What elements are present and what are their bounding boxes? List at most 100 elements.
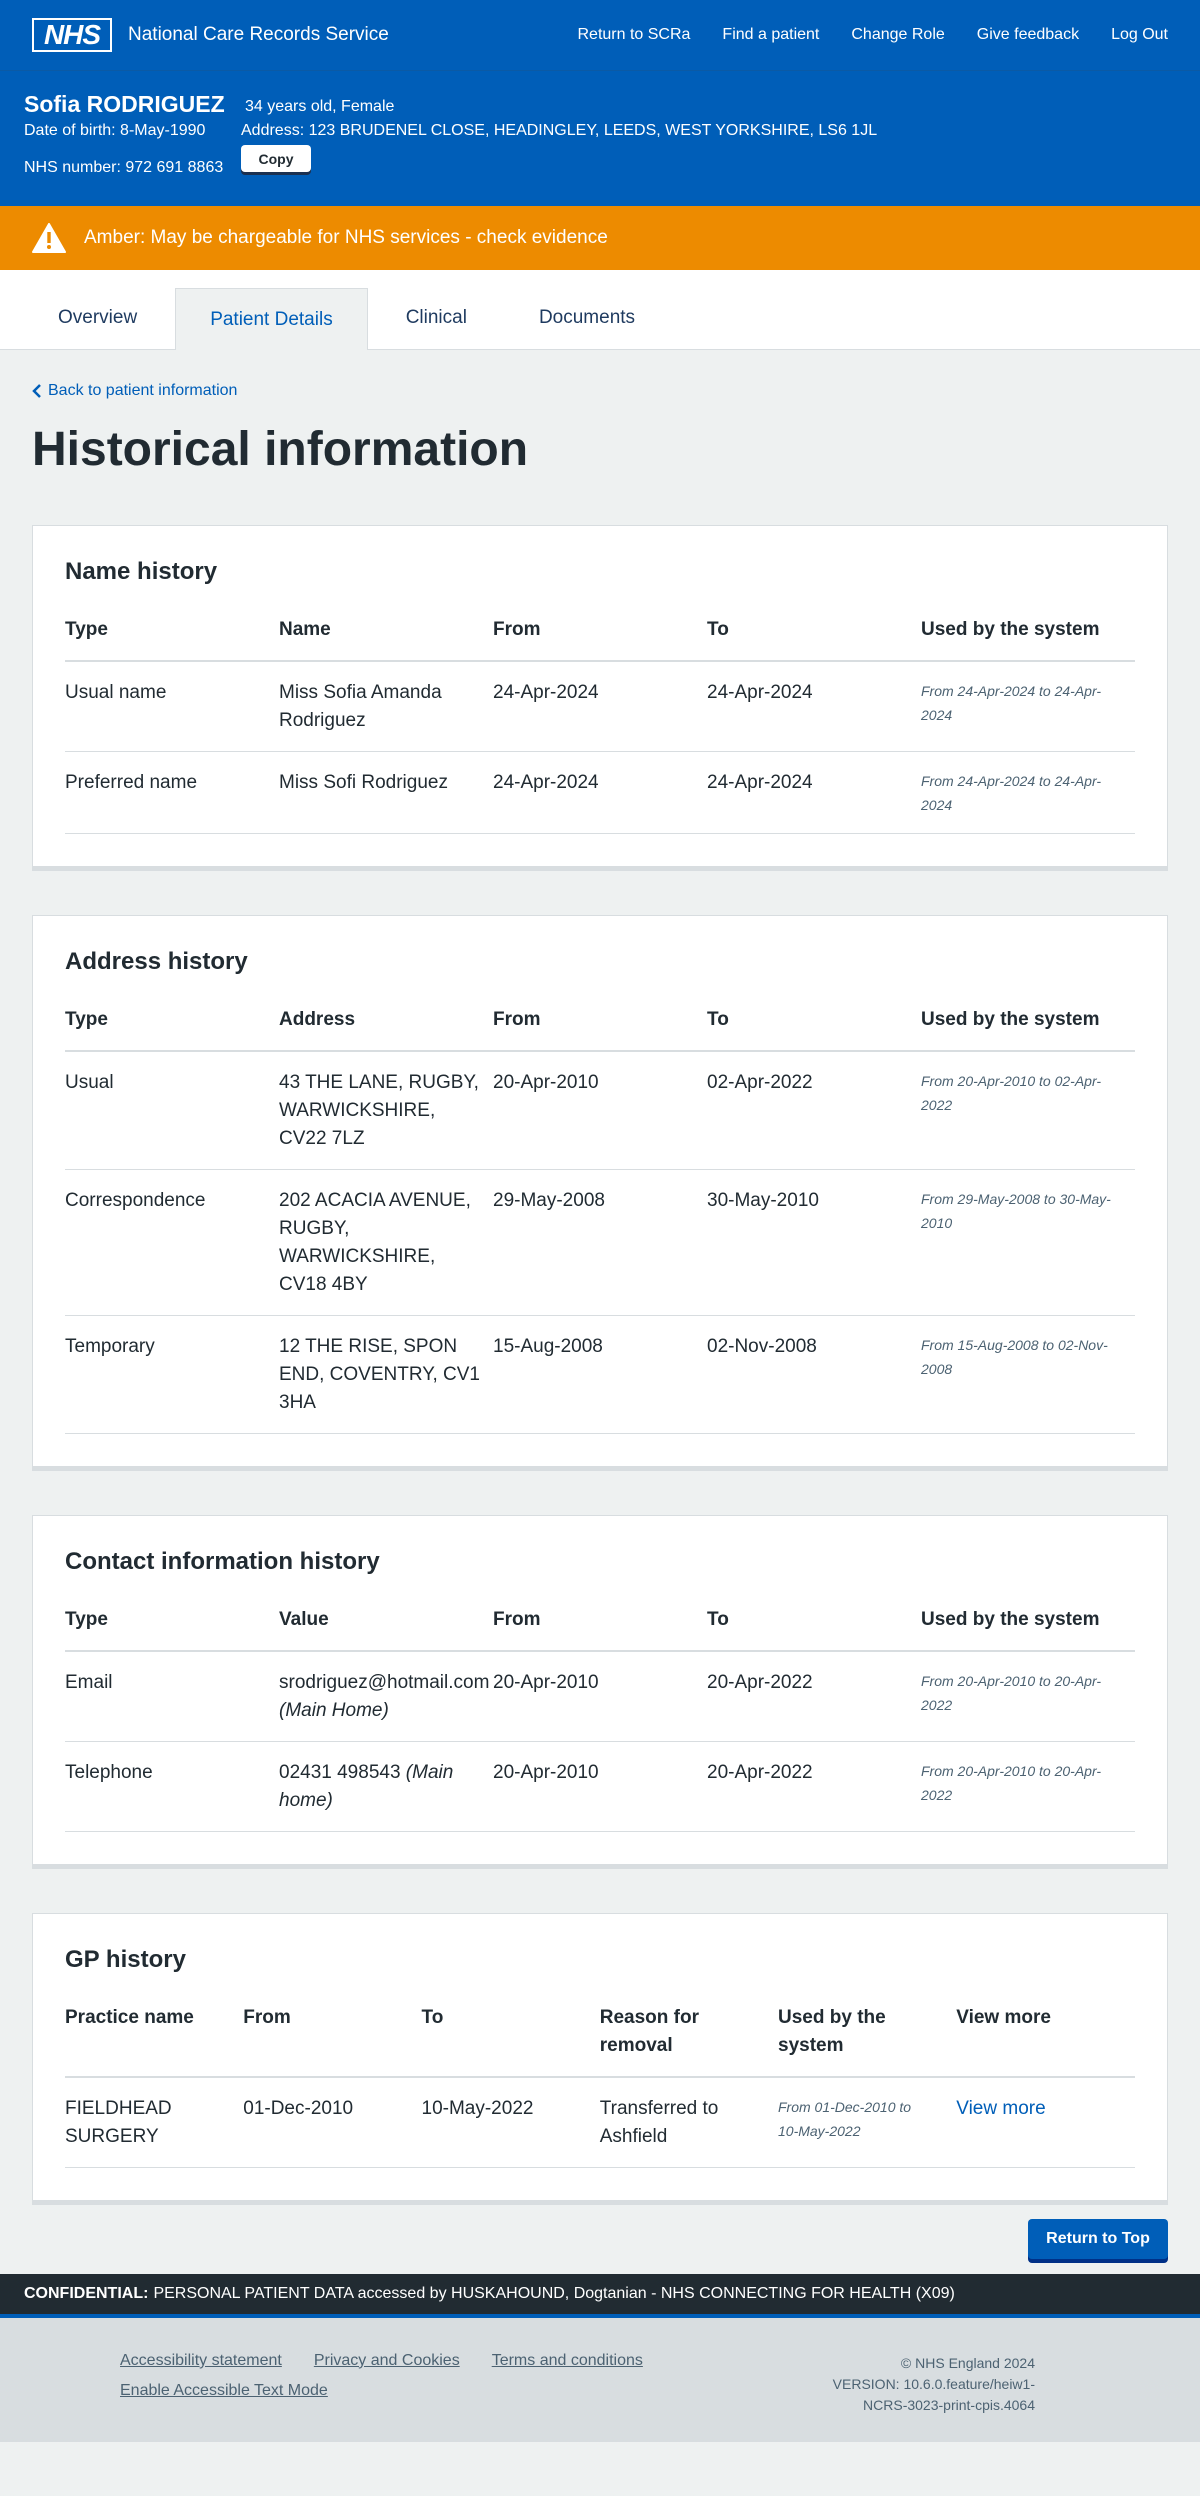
address-cell: 202 ACACIA AVENUE, RUGBY, WARWICKSHIRE, … xyxy=(279,1169,493,1316)
footer-terms-link[interactable]: Terms and conditions xyxy=(492,2352,643,2370)
column-header: Address xyxy=(279,1005,493,1052)
reason-cell: Transferred to Ashfield xyxy=(599,2076,778,2168)
footer-links: Accessibility statement Privacy and Cook… xyxy=(120,2352,643,2412)
table-row: Email srodriguez@hotmail.com (Main Home)… xyxy=(65,1650,1135,1742)
practice-cell: FIELDHEAD SURGERY xyxy=(65,2076,244,2168)
back-link[interactable]: Back to patient information xyxy=(32,382,1168,400)
to-cell: 02-Nov-2008 xyxy=(707,1315,921,1434)
contact-value: srodriguez@hotmail.com xyxy=(279,1671,490,1693)
site-footer: Accessibility statement Privacy and Cook… xyxy=(0,2317,1200,2442)
table-row: FIELDHEAD SURGERY 01-Dec-2010 10-May-202… xyxy=(65,2076,1135,2168)
view-more-cell: View more xyxy=(956,2076,1135,2168)
used-cell: From 24-Apr-2024 to 24-Apr-2024 xyxy=(921,751,1135,834)
nav-log-out[interactable]: Log Out xyxy=(1111,26,1168,44)
nav-return-to-scra[interactable]: Return to SCRa xyxy=(577,26,690,44)
confidential-bar: CONFIDENTIAL: PERSONAL PATIENT DATA acce… xyxy=(0,2273,1200,2318)
confidential-text: PERSONAL PATIENT DATA accessed by HUSKAH… xyxy=(153,2284,955,2302)
return-to-top-button[interactable]: Return to Top xyxy=(1028,2218,1168,2259)
nav-change-role[interactable]: Change Role xyxy=(851,26,944,44)
address-history-card: Address history Type Address From To Use… xyxy=(32,914,1168,1467)
from-cell: 24-Apr-2024 xyxy=(493,751,707,834)
table-row: Temporary 12 THE RISE, SPON END, COVENTR… xyxy=(65,1315,1135,1434)
value-cell: srodriguez@hotmail.com (Main Home) xyxy=(279,1650,493,1742)
from-cell: 20-Apr-2010 xyxy=(493,1650,707,1742)
contact-qualifier: (Main Home) xyxy=(279,1699,389,1721)
patient-address: Address: 123 BRUDENEL CLOSE, HEADINGLEY,… xyxy=(241,122,878,139)
header-nav: Return to SCRa Find a patient Change Rol… xyxy=(577,26,1168,44)
footer-accessible-text-link[interactable]: Enable Accessible Text Mode xyxy=(120,2382,328,2400)
version-text-2: NCRS-3023-print-cpis.4064 xyxy=(863,2396,1035,2413)
from-cell: 15-Aug-2008 xyxy=(493,1315,707,1434)
column-header: Type xyxy=(65,1005,279,1052)
column-header: Type xyxy=(65,1605,279,1652)
contact-history-card: Contact information history Type Value F… xyxy=(32,1514,1168,1865)
to-cell: 02-Apr-2022 xyxy=(707,1050,921,1170)
from-cell: 20-Apr-2010 xyxy=(493,1050,707,1170)
return-to-top-container: Return to Top xyxy=(0,2201,1200,2274)
nav-find-patient[interactable]: Find a patient xyxy=(722,26,819,44)
page-title: Historical information xyxy=(32,423,529,476)
name-history-card: Name history Type Name From To Used by t… xyxy=(32,524,1168,867)
type-cell: Preferred name xyxy=(65,751,279,834)
to-cell: 10-May-2022 xyxy=(421,2076,600,2168)
table-row: Correspondence 202 ACACIA AVENUE, RUGBY,… xyxy=(65,1169,1135,1316)
used-cell: From 20-Apr-2010 to 20-Apr-2022 xyxy=(921,1741,1135,1832)
view-more-link[interactable]: View more xyxy=(956,2098,1045,2119)
used-cell: From 15-Aug-2008 to 02-Nov-2008 xyxy=(921,1315,1135,1434)
address-history-table: Type Address From To Used by the system … xyxy=(65,1005,1135,1434)
column-header: Type xyxy=(65,615,279,662)
column-header: From xyxy=(493,1605,707,1652)
footer-accessibility-link[interactable]: Accessibility statement xyxy=(120,2352,282,2370)
footer-meta: © NHS England 2024 VERSION: 10.6.0.featu… xyxy=(833,2353,1035,2416)
name-history-title: Name history xyxy=(65,557,218,585)
tab-documents[interactable]: Documents xyxy=(505,287,669,349)
type-cell: Usual name xyxy=(65,660,279,752)
type-cell: Email xyxy=(65,1650,279,1742)
value-cell: 02431 498543 (Main home) xyxy=(279,1741,493,1832)
nav-give-feedback[interactable]: Give feedback xyxy=(977,26,1079,44)
column-header: From xyxy=(493,1005,707,1052)
from-cell: 20-Apr-2010 xyxy=(493,1741,707,1832)
address-cell: 12 THE RISE, SPON END, COVENTRY, CV1 3HA xyxy=(279,1315,493,1434)
patient-banner: Sofia RODRIGUEZ 34 years old, Female Dat… xyxy=(0,70,1200,206)
copyright-text: © NHS England 2024 xyxy=(900,2354,1035,2371)
contact-history-table: Type Value From To Used by the system Em… xyxy=(65,1605,1135,1832)
table-row: Usual 43 THE LANE, RUGBY, WARWICKSHIRE, … xyxy=(65,1050,1135,1170)
used-cell: From 20-Apr-2010 to 20-Apr-2022 xyxy=(921,1650,1135,1742)
back-link-label[interactable]: Back to patient information xyxy=(48,382,237,400)
tab-patient-details[interactable]: Patient Details xyxy=(175,288,368,350)
to-cell: 24-Apr-2024 xyxy=(707,660,921,752)
gp-history-card: GP history Practice name From To Reason … xyxy=(32,1912,1168,2201)
contact-value: 02431 498543 xyxy=(279,1761,401,1783)
column-header: To xyxy=(421,2003,600,2078)
type-cell: Temporary xyxy=(65,1315,279,1434)
used-cell: From 20-Apr-2010 to 02-Apr-2022 xyxy=(921,1050,1135,1170)
nhs-logo[interactable]: NHS xyxy=(32,18,112,52)
service-name[interactable]: National Care Records Service xyxy=(128,24,389,46)
table-row: Usual name Miss Sofia Amanda Rodriguez 2… xyxy=(65,660,1135,752)
column-header: Used by the system xyxy=(921,1605,1135,1652)
confidential-label: CONFIDENTIAL: xyxy=(24,2284,149,2302)
copy-button[interactable]: Copy xyxy=(241,145,311,172)
column-header: Name xyxy=(279,615,493,662)
to-cell: 20-Apr-2022 xyxy=(707,1741,921,1832)
type-cell: Usual xyxy=(65,1050,279,1170)
name-cell: Miss Sofia Amanda Rodriguez xyxy=(279,660,493,752)
name-history-table: Type Name From To Used by the system Usu… xyxy=(65,615,1135,834)
patient-name: Sofia RODRIGUEZ xyxy=(24,91,225,117)
tab-clinical[interactable]: Clinical xyxy=(372,287,501,349)
used-cell: From 29-May-2008 to 30-May-2010 xyxy=(921,1169,1135,1316)
column-header: To xyxy=(707,615,921,662)
version-text: VERSION: 10.6.0.feature/heiw1- xyxy=(832,2375,1035,2392)
table-row: Telephone 02431 498543 (Main home) 20-Ap… xyxy=(65,1741,1135,1832)
footer-privacy-link[interactable]: Privacy and Cookies xyxy=(314,2352,460,2370)
column-header: Reason for removal xyxy=(599,2003,778,2078)
address-cell: 43 THE LANE, RUGBY, WARWICKSHIRE, CV22 7… xyxy=(279,1050,493,1170)
column-header: From xyxy=(243,2003,422,2078)
tab-overview[interactable]: Overview xyxy=(24,287,171,349)
used-cell: From 01-Dec-2010 to 10-May-2022 xyxy=(778,2076,957,2168)
main-content: Back to patient information Historical i… xyxy=(0,382,1200,2201)
gp-history-table: Practice name From To Reason for removal… xyxy=(65,2003,1135,2168)
to-cell: 20-Apr-2022 xyxy=(707,1650,921,1742)
tab-bar: Overview Patient Details Clinical Docume… xyxy=(0,270,1200,350)
